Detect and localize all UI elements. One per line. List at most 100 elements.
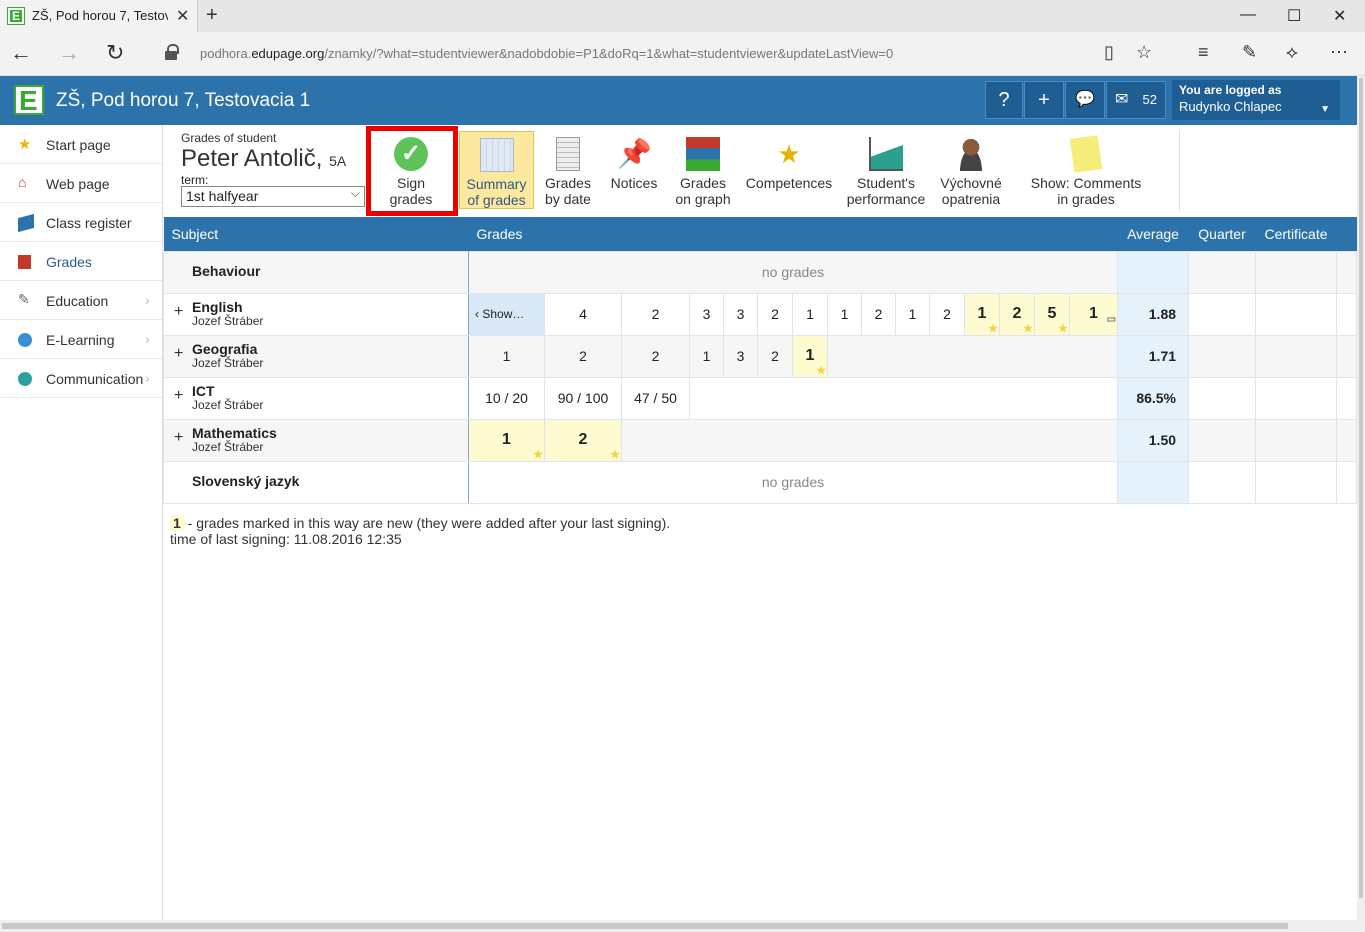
add-button[interactable]: +	[1024, 81, 1064, 119]
web-note-icon[interactable]: ✎	[1242, 42, 1257, 63]
students-performance-button[interactable]: Student's performance	[843, 131, 929, 209]
sidebar-item-communication[interactable]: Communication ›	[0, 359, 162, 398]
user-menu[interactable]: You are logged as Rudynko Chlapec ▼	[1172, 80, 1340, 120]
subject-cell: Behaviour	[163, 250, 469, 294]
certificate-cell	[1255, 334, 1338, 378]
close-tab-icon[interactable]: ✕	[176, 6, 189, 26]
header-subject[interactable]: Subject	[163, 217, 469, 251]
grade-cell[interactable]: 90 / 100	[544, 376, 622, 420]
new-grade-cell[interactable]: 2 ★	[544, 418, 622, 462]
grade-cell[interactable]: 2	[757, 292, 793, 336]
hub-icon[interactable]: ≡	[1198, 42, 1209, 63]
certificate-cell	[1255, 292, 1338, 336]
star-icon: ★	[18, 136, 32, 153]
bydate-label-1: Grades	[545, 175, 591, 191]
calendar-pages-icon	[556, 137, 580, 171]
grade-cell[interactable]: 1	[689, 334, 724, 378]
subject-cell: + Mathematics Jozef Štráber	[163, 418, 469, 462]
competences-star-icon: ★	[777, 139, 801, 169]
expand-plus-icon[interactable]: +	[174, 429, 192, 447]
new-grades-legend: 1 - grades marked in this way are new (t…	[170, 515, 670, 547]
sidebar-item-education[interactable]: ✎ Education ›	[0, 281, 162, 320]
maximize-icon[interactable]: ☐	[1287, 6, 1301, 26]
more-icon[interactable]: ⋯	[1330, 42, 1348, 63]
new-grade-cell[interactable]: 1 ★	[964, 292, 1000, 336]
grade-cell[interactable]: 4	[544, 292, 622, 336]
certificate-cell	[1255, 418, 1338, 462]
horizontal-scrollbar[interactable]	[0, 920, 1357, 932]
vych-label-1: Výchovné	[940, 175, 1002, 191]
sticky-note-icon	[1069, 135, 1103, 173]
table-row: + Geografia Jozef Štráber 1 2 2 1 3 2 1 ★ 1…	[163, 334, 1358, 378]
grade-cell[interactable]: 2	[757, 334, 793, 378]
grade-cell[interactable]: 2	[929, 292, 965, 336]
sidebar-item-web-page[interactable]: ⌂ Web page	[0, 164, 162, 203]
new-tab-icon[interactable]: +	[206, 4, 218, 27]
new-grade-cell[interactable]: 1 ★	[468, 418, 545, 462]
messages-button[interactable]: ✉ 52	[1106, 81, 1166, 119]
grades-on-graph-button[interactable]: Grades on graph	[671, 131, 735, 209]
header-grades: Grades	[468, 217, 1118, 251]
share-icon[interactable]: ⟡	[1286, 42, 1298, 63]
teacher-name: Jozef Štráber	[192, 356, 264, 370]
competences-button[interactable]: ★ Competences	[743, 131, 835, 209]
grade-value: 1	[805, 347, 815, 364]
grade-cell[interactable]: 3	[723, 292, 758, 336]
new-grade-cell[interactable]: 5 ★	[1034, 292, 1070, 336]
browser-tab[interactable]: ZŠ, Pod horou 7, Testova ✕	[0, 0, 198, 32]
notices-button[interactable]: 📌 Notices	[605, 131, 663, 209]
help-icon: ?	[998, 89, 1010, 111]
quarter-cell	[1188, 418, 1257, 462]
grades-by-date-button[interactable]: Grades by date	[539, 131, 597, 209]
new-grade-cell[interactable]: 1 ▭	[1068, 292, 1119, 336]
back-icon[interactable]: ←	[10, 40, 32, 66]
grade-cell[interactable]: 2	[544, 334, 622, 378]
grade-cell[interactable]: 1	[792, 292, 828, 336]
url-path: /znamky/?what=studentviewer&nadobdobie=P…	[324, 46, 894, 61]
vertical-scrollbar[interactable]	[1357, 76, 1365, 932]
chat-button[interactable]: 💬	[1065, 81, 1105, 119]
pen-icon: ✎	[18, 291, 30, 307]
expand-plus-icon[interactable]: +	[174, 345, 192, 363]
school-title: ZŠ, Pod horou 7, Testovacia 1	[56, 90, 311, 111]
grade-cell[interactable]: 10 / 20	[468, 376, 545, 420]
forward-icon[interactable]: →	[58, 40, 80, 66]
minimize-icon[interactable]: —	[1240, 6, 1256, 24]
grade-cell[interactable]: 1	[827, 292, 862, 336]
edupage-logo-icon[interactable]	[14, 85, 44, 117]
grade-cell[interactable]: 3	[723, 334, 758, 378]
vychovne-opatrenia-button[interactable]: Výchovné opatrenia	[935, 131, 1007, 209]
help-button[interactable]: ?	[985, 81, 1023, 119]
grade-cell[interactable]: 2	[621, 292, 690, 336]
grade-cell[interactable]: 1	[895, 292, 930, 336]
sidebar-item-grades[interactable]: Grades	[0, 242, 162, 281]
reading-view-icon[interactable]: ▯	[1104, 42, 1114, 63]
sidebar-item-e-learning[interactable]: E-Learning ›	[0, 320, 162, 359]
notices-label: Notices	[610, 175, 658, 191]
grade-cell[interactable]: 47 / 50	[621, 376, 690, 420]
extra-cell	[1336, 376, 1358, 420]
sidebar-item-start-page[interactable]: ★ Start page	[0, 125, 162, 164]
refresh-icon[interactable]: ↻	[106, 40, 124, 66]
legend-line: 1 - grades marked in this way are new (t…	[170, 515, 670, 531]
teacher-person-icon	[954, 137, 988, 171]
show-comments-button[interactable]: Show: Comments in grades	[1025, 131, 1147, 209]
subject-cell: + Geografia Jozef Štráber	[163, 334, 469, 378]
new-grade-cell[interactable]: 1 ★	[792, 334, 828, 378]
close-window-icon[interactable]: ✕	[1333, 6, 1346, 26]
show-label: Show…	[482, 307, 525, 321]
show-more-grades-button[interactable]: ‹ Show…	[468, 292, 545, 336]
comment-icon: ▭	[1106, 313, 1117, 325]
grade-cell[interactable]: 1	[468, 334, 545, 378]
favorite-star-icon[interactable]: ☆	[1136, 42, 1152, 63]
term-select[interactable]: 1st halfyear ⌵	[181, 186, 365, 207]
address-bar[interactable]: podhora.edupage.org/znamky/?what=student…	[200, 46, 893, 61]
expand-plus-icon[interactable]: +	[174, 387, 192, 405]
expand-plus-icon[interactable]: +	[174, 303, 192, 321]
grade-cell[interactable]: 2	[621, 334, 690, 378]
new-grade-cell[interactable]: 2 ★	[999, 292, 1035, 336]
grade-cell[interactable]: 2	[861, 292, 896, 336]
grade-cell[interactable]: 3	[689, 292, 724, 336]
sidebar-item-class-register[interactable]: Class register	[0, 203, 162, 242]
summary-of-grades-button[interactable]: Summary of grades	[459, 131, 534, 209]
